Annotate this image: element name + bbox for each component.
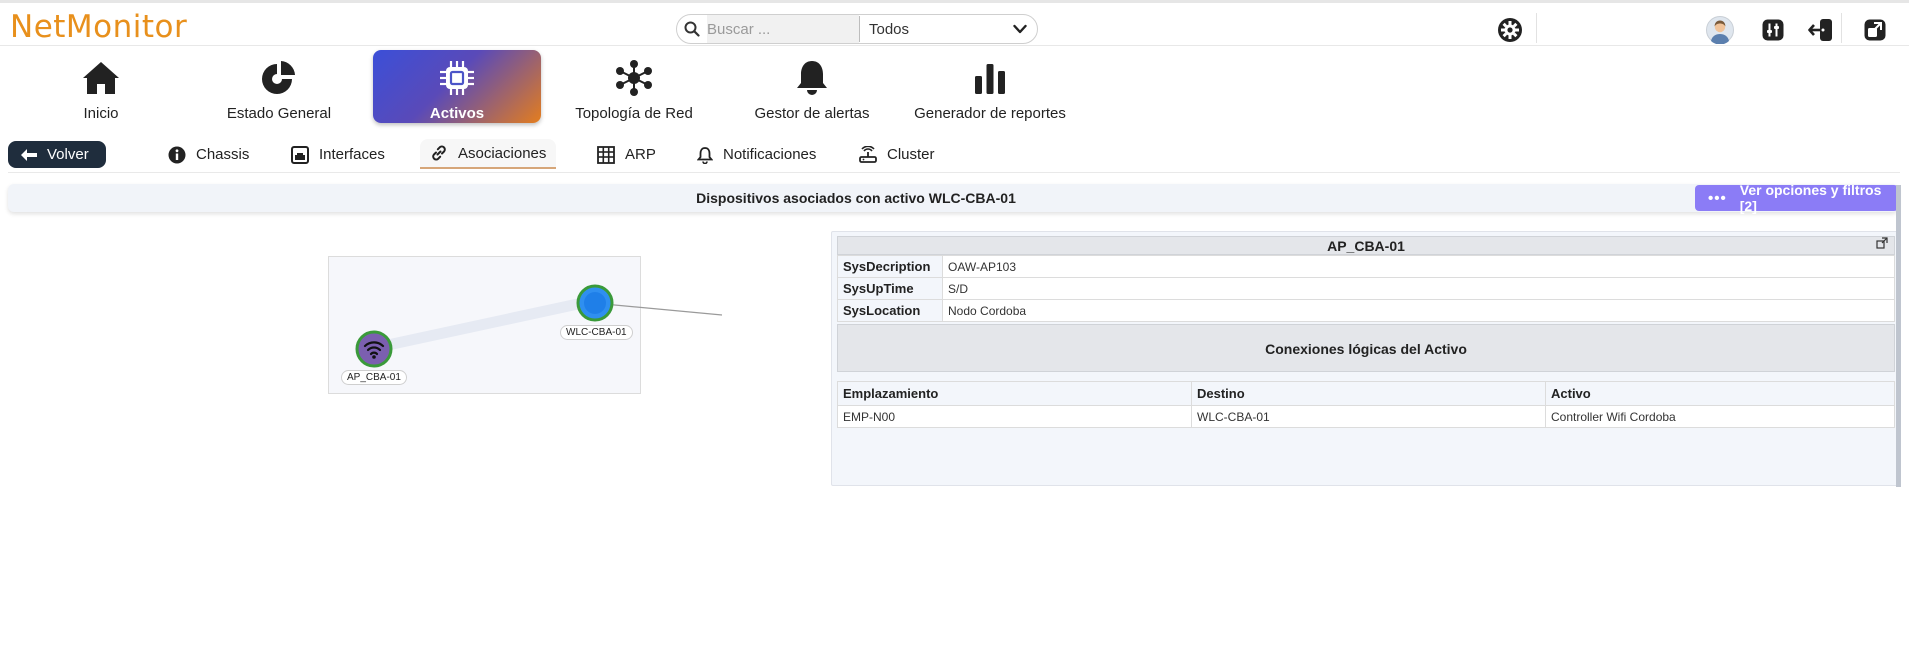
top-bar: NetMonitor Todos xyxy=(0,0,1909,46)
graph-node-label: AP_CBA-01 xyxy=(341,370,407,385)
nav-reportes[interactable]: Generador de reportes xyxy=(906,50,1074,123)
tab-asociaciones[interactable]: Asociaciones xyxy=(420,139,557,169)
bell-icon xyxy=(794,59,830,97)
nav-inicio[interactable]: Inicio xyxy=(17,50,185,123)
column-header: Emplazamiento xyxy=(837,381,1192,406)
nav-label: Topología de Red xyxy=(575,105,693,122)
app-logo[interactable]: NetMonitor xyxy=(10,9,187,45)
more-dots-icon: ••• xyxy=(1708,189,1727,207)
nav-label: Generador de reportes xyxy=(914,105,1066,122)
table-row[interactable]: EMP-N00 WLC-CBA-01 Controller Wifi Cordo… xyxy=(837,405,1895,428)
nav-label: Inicio xyxy=(83,105,119,122)
tab-label: Interfaces xyxy=(319,146,385,163)
wifi-icon xyxy=(355,330,393,368)
tab-notificaciones[interactable]: Notificaciones xyxy=(697,141,816,168)
nav-label: Estado General xyxy=(226,105,332,122)
graph-edge-line xyxy=(604,303,723,316)
arrow-left-icon xyxy=(20,148,38,162)
info-icon xyxy=(168,146,186,164)
info-key: SysUpTime xyxy=(837,277,943,300)
home-icon xyxy=(81,59,121,97)
tab-label: Asociaciones xyxy=(458,144,547,162)
tab-interfaces[interactable]: Interfaces xyxy=(291,141,385,168)
top-divider xyxy=(1536,13,1537,43)
settings-gear-icon[interactable] xyxy=(1497,17,1523,43)
table-icon xyxy=(597,145,615,164)
search-scope-value: Todos xyxy=(869,20,910,38)
search-input[interactable] xyxy=(707,15,859,43)
table-row: SysDecription OAW-AP103 xyxy=(837,255,1895,278)
options-filters-button[interactable]: ••• Ver opciones y filtros [2] xyxy=(1695,182,1898,214)
table-cell: WLC-CBA-01 xyxy=(1191,405,1546,428)
sliders-icon[interactable] xyxy=(1760,17,1786,43)
search-scope-select[interactable]: Todos xyxy=(860,15,1037,43)
connections-table: Emplazamiento Destino Activo EMP-N00 WLC… xyxy=(837,381,1895,428)
logout-icon[interactable] xyxy=(1808,17,1834,43)
table-header-row: Emplazamiento Destino Activo xyxy=(837,381,1895,406)
table-row: SysUpTime S/D xyxy=(837,277,1895,300)
network-topology-icon xyxy=(615,59,653,97)
nav-estado-general[interactable]: Estado General xyxy=(195,50,363,123)
column-header: Destino xyxy=(1191,381,1546,406)
info-key: SysLocation xyxy=(837,299,943,322)
cluster-icon xyxy=(859,145,877,164)
graph-node-label: WLC-CBA-01 xyxy=(560,325,633,340)
switch-window-icon[interactable] xyxy=(1862,17,1888,43)
interfaces-icon xyxy=(291,145,309,164)
tab-label: ARP xyxy=(625,146,656,163)
top-divider xyxy=(1841,13,1842,43)
back-button[interactable]: Volver xyxy=(8,141,106,168)
table-row: SysLocation Nodo Cordoba xyxy=(837,299,1895,322)
back-button-label: Volver xyxy=(47,146,89,163)
tab-arp[interactable]: ARP xyxy=(597,141,656,168)
search-box: Todos xyxy=(676,14,1038,44)
table-cell: Controller Wifi Cordoba xyxy=(1545,405,1895,428)
link-icon xyxy=(430,144,448,162)
associations-title-bar: Dispositivos asociados con activo WLC-CB… xyxy=(8,184,1898,212)
info-value: OAW-AP103 xyxy=(942,255,1895,278)
associations-title: Dispositivos asociados con activo WLC-CB… xyxy=(696,190,1016,206)
scrollbar[interactable] xyxy=(1896,185,1901,487)
chip-icon xyxy=(438,59,476,97)
subnav-divider xyxy=(8,172,1900,173)
asset-detail-title: AP_CBA-01 xyxy=(837,236,1895,255)
nav-alertas[interactable]: Gestor de alertas xyxy=(728,50,896,123)
expand-icon[interactable] xyxy=(1876,236,1888,254)
tab-label: Notificaciones xyxy=(723,146,817,163)
graph-node-ap[interactable] xyxy=(355,330,393,373)
asset-info-table: SysDecription OAW-AP103 SysUpTime S/D Sy… xyxy=(837,255,1895,322)
pie-chart-icon xyxy=(259,59,299,97)
nav-activos[interactable]: Activos xyxy=(373,50,541,123)
info-value: S/D xyxy=(942,277,1895,300)
connections-title: Conexiones lógicas del Activo xyxy=(837,324,1895,372)
controller-node-icon xyxy=(576,284,614,322)
user-avatar-icon[interactable] xyxy=(1706,16,1734,44)
chevron-down-icon xyxy=(1013,21,1027,38)
info-key: SysDecription xyxy=(837,255,943,278)
tab-label: Chassis xyxy=(196,146,250,163)
bar-chart-icon xyxy=(973,59,1007,97)
tab-label: Cluster xyxy=(887,146,935,163)
search-icon xyxy=(677,15,707,43)
graph-node-controller[interactable] xyxy=(576,284,614,327)
table-cell: EMP-N00 xyxy=(837,405,1192,428)
info-value: Nodo Cordoba xyxy=(942,299,1895,322)
asset-detail-panel: AP_CBA-01 SysDecription OAW-AP103 SysUpT… xyxy=(831,185,1901,487)
nav-topologia[interactable]: Topología de Red xyxy=(550,50,718,123)
column-header: Activo xyxy=(1545,381,1895,406)
bell-icon xyxy=(697,146,713,164)
tab-chassis[interactable]: Chassis xyxy=(168,141,249,168)
nav-label: Activos xyxy=(429,105,485,122)
nav-label: Gestor de alertas xyxy=(754,105,870,122)
tab-cluster[interactable]: Cluster xyxy=(859,141,935,168)
options-filters-label: Ver opciones y filtros [2] xyxy=(1739,182,1882,214)
